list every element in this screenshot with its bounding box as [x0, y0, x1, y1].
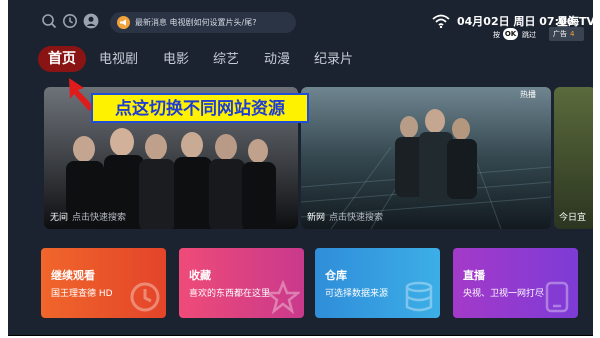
ad-countdown: 广告 4	[549, 27, 584, 41]
skip-ad-hint[interactable]: 按 OK 跳过 广告 4	[493, 26, 593, 42]
card-continue-watching[interactable]: 继续观看 国王理查德 HD	[41, 248, 166, 318]
search-icon[interactable]	[41, 13, 57, 29]
tab-documentary[interactable]: 纪录片	[314, 50, 353, 70]
ok-key-badge: OK	[503, 28, 518, 40]
card-title: 收藏	[189, 269, 211, 282]
history-icon[interactable]	[62, 13, 78, 29]
category-tabs: 首页 电视剧 电影 综艺 动漫 纪录片	[8, 46, 593, 72]
tv-icon	[545, 281, 569, 313]
tab-variety[interactable]: 综艺	[213, 50, 239, 70]
top-bar: 最新消息 电视剧如何设置片头/尾? 04月02日 周日 07:06 星海TV 按…	[8, 0, 593, 42]
news-ticker[interactable]: 最新消息 电视剧如何设置片头/尾?	[110, 12, 296, 33]
tab-anime[interactable]: 动漫	[264, 50, 290, 70]
news-text: 最新消息 电视剧如何设置片头/尾?	[135, 18, 257, 27]
hot-badge: 热播	[520, 90, 536, 99]
card-subtitle: 喜欢的东西都在这里	[189, 289, 271, 299]
megaphone-icon	[117, 16, 130, 29]
user-icon[interactable]	[83, 13, 99, 29]
history-icon	[130, 282, 160, 312]
card-repository[interactable]: 仓库 可选择数据来源	[315, 248, 440, 318]
poster-caption: 无间 点击快速搜索	[50, 213, 127, 223]
featured-poster[interactable]: 新网 点击快速搜索	[301, 87, 551, 229]
card-title: 直播	[463, 269, 485, 282]
card-title: 继续观看	[51, 269, 95, 282]
poster-caption: 今日宜	[559, 213, 587, 223]
card-subtitle: 央视、卫视一网打尽	[463, 289, 545, 299]
card-subtitle: 国王理查德 HD	[51, 289, 113, 299]
poster-image	[301, 87, 551, 229]
card-title: 仓库	[325, 269, 347, 282]
card-favorites[interactable]: 收藏 喜欢的东西都在这里	[179, 248, 304, 318]
featured-poster[interactable]: 今日宜	[554, 87, 593, 229]
star-icon	[266, 280, 300, 314]
card-subtitle: 可选择数据来源	[325, 289, 389, 299]
tab-home[interactable]: 首页	[38, 46, 86, 72]
poster-caption: 新网 点击快速搜索	[307, 213, 384, 223]
card-live[interactable]: 直播 央视、卫视一网打尽	[453, 248, 578, 318]
tutorial-callout: 点这切换不同网站资源	[91, 93, 309, 123]
tab-tv-series[interactable]: 电视剧	[99, 50, 138, 70]
tv-home-screen: 最新消息 电视剧如何设置片头/尾? 04月02日 周日 07:06 星海TV 按…	[8, 0, 593, 336]
wifi-icon	[432, 14, 450, 28]
tab-movies[interactable]: 电影	[163, 50, 189, 70]
database-icon	[405, 281, 433, 312]
